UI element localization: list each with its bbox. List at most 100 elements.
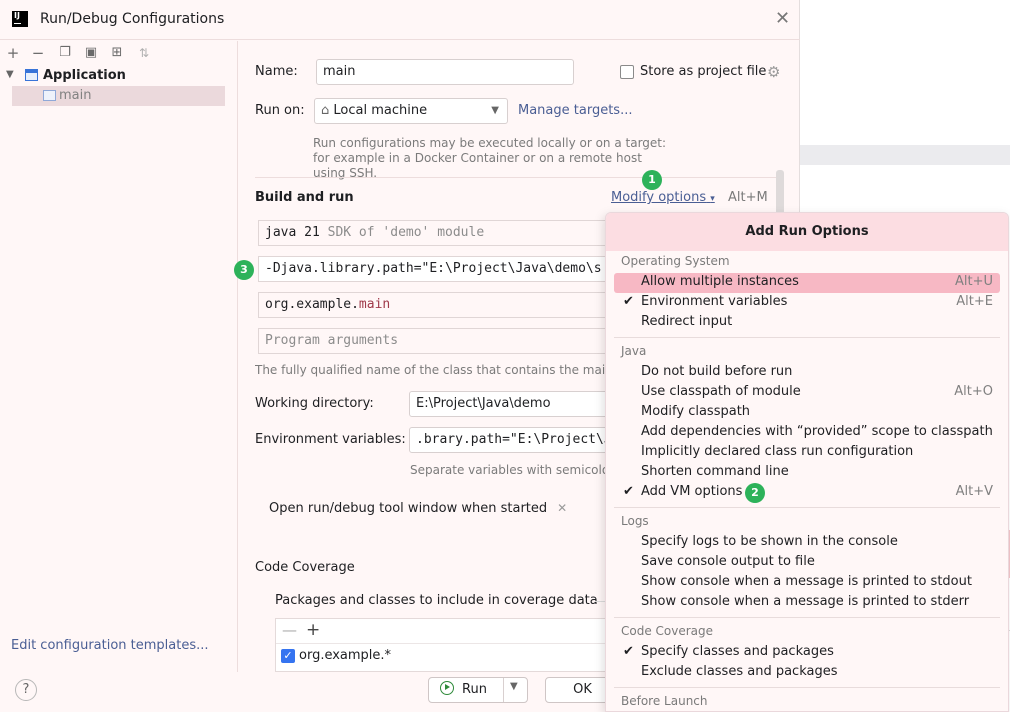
option-add-provided-deps[interactable]: Add dependencies with “provided” scope t… [641,424,993,439]
sdk-value: java 21 [265,225,320,240]
sdk-hint: SDK of 'demo' module [327,225,485,240]
sdk-dropdown[interactable]: java 21 SDK of 'demo' module [258,220,618,246]
tool-window-chip: Open run/debug tool window when started ✕ [261,494,575,522]
gear-icon[interactable]: ⚙ [767,63,780,81]
option-specify-classes[interactable]: Specify classes and packages [641,644,834,659]
name-field[interactable]: main [316,59,574,85]
option-environment-variables[interactable]: Environment variables [641,294,787,309]
add-icon[interactable]: + [4,44,22,62]
step-badge-2: 2 [745,483,765,503]
run-button-label: Run [462,682,487,697]
shortcut-alt-o: Alt+O [954,384,993,399]
run-config-icon [43,90,56,101]
sort-icon[interactable]: ⇅ [135,44,153,62]
vm-options-field[interactable]: -Djava.library.path="E:\Project\Java\dem… [258,256,618,282]
separator [614,337,1000,338]
chevron-down-icon[interactable]: ▼ [6,69,14,80]
modify-options-link[interactable]: Modify options ▾ [611,190,715,205]
env-vars-field[interactable]: .brary.path="E:\Project\J [409,427,619,453]
group-operating-system: Operating System [621,254,730,268]
run-icon [440,681,454,695]
separator [503,678,504,702]
add-icon[interactable]: + [306,620,320,640]
option-exclude-classes[interactable]: Exclude classes and packages [641,664,837,679]
separator [255,177,783,178]
main-class-name: main [358,297,391,312]
check-icon: ✔ [623,644,634,659]
shortcut-alt-u: Alt+U [954,274,993,289]
option-use-classpath[interactable]: Use classpath of module [641,384,801,399]
runon-dropdown[interactable]: ⌂ Local machine ▼ [314,98,508,124]
manage-targets-link[interactable]: Manage targets... [518,103,632,118]
coverage-item-checkbox[interactable]: ✓ [281,649,295,663]
separator [276,643,614,644]
chip-label: Open run/debug tool window when started [269,501,548,516]
store-project-checkbox[interactable] [620,65,634,79]
store-project-label: Store as project file [640,64,767,79]
separator [614,507,1000,508]
scrollbar[interactable] [776,170,784,216]
save-icon[interactable]: ▣ [82,44,100,62]
new-folder-icon[interactable]: ⊞ [108,44,126,62]
step-badge-3: 3 [234,260,254,280]
option-save-console-output[interactable]: Save console output to file [641,554,815,569]
working-dir-field[interactable]: E:\Project\Java\demo [409,391,619,417]
check-icon: ✔ [623,294,634,309]
option-do-not-build[interactable]: Do not build before run [641,364,792,379]
add-run-options-popup: Add Run Options Operating System Allow m… [605,212,1009,712]
check-icon: ✔ [623,484,634,499]
coverage-packages-label: Packages and classes to include in cover… [275,593,598,608]
coverage-item-label: org.example.* [299,648,392,663]
intellij-logo-icon: IJ [12,11,28,27]
code-coverage-header: Code Coverage [255,560,355,575]
chevron-down-icon: ▾ [710,194,715,204]
help-icon[interactable]: ? [15,679,37,701]
main-class-pkg: org.example. [265,297,359,312]
application-icon [25,69,38,81]
dialog-title: Run/Debug Configurations [40,11,225,27]
modify-options-label: Modify options [611,190,707,205]
main-class-hint: The fully qualified name of the class th… [255,363,615,377]
working-dir-label: Working directory: [255,396,374,411]
env-vars-hint: Separate variables with semicolon: [410,463,610,477]
runon-value: Local machine [333,103,428,118]
group-code-coverage: Code Coverage [621,624,714,638]
env-vars-label: Environment variables: [255,432,406,447]
option-shorten-command-line[interactable]: Shorten command line [641,464,789,479]
name-label: Name: [255,64,298,79]
option-show-console-stdout[interactable]: Show console when a message is printed t… [641,574,972,589]
remove-icon[interactable]: — [282,621,297,639]
remove-icon[interactable]: − [29,44,47,62]
main-class-field[interactable]: org.example.main [258,292,618,318]
edit-templates-link[interactable]: Edit configuration templates... [11,638,209,653]
runon-hint: Run configurations may be executed local… [313,136,667,180]
close-icon[interactable]: ✕ [775,9,790,29]
modify-options-shortcut: Alt+M [728,190,768,205]
separator [614,687,1000,688]
tree-item-application[interactable]: Application [43,68,126,83]
option-implicit-class[interactable]: Implicitly declared class run configurat… [641,444,913,459]
coverage-table [275,618,615,672]
popup-title: Add Run Options [606,213,1008,251]
option-add-vm-options[interactable]: Add VM options [641,484,742,499]
tree-item-main-label: main [59,88,92,103]
separator [614,617,1000,618]
option-modify-classpath[interactable]: Modify classpath [641,404,750,419]
program-args-field[interactable]: Program arguments [258,328,618,354]
group-before-launch: Before Launch [621,694,708,708]
build-run-header: Build and run [255,190,354,205]
config-tree-pane [0,41,238,672]
option-specify-logs[interactable]: Specify logs to be shown in the console [641,534,898,549]
background-stripe [800,145,1010,165]
close-icon[interactable]: ✕ [557,501,567,515]
option-allow-multiple-instances[interactable]: Allow multiple instances [641,274,799,289]
shortcut-alt-v: Alt+V [955,484,993,499]
option-show-console-stderr[interactable]: Show console when a message is printed t… [641,594,969,609]
group-java: Java [621,344,647,358]
home-icon: ⌂ [321,103,330,118]
option-redirect-input[interactable]: Redirect input [641,314,732,329]
chevron-down-icon: ▼ [491,105,499,116]
copy-icon[interactable]: ❐ [56,44,74,62]
chevron-down-icon[interactable]: ▼ [510,681,518,692]
group-logs: Logs [621,514,649,528]
